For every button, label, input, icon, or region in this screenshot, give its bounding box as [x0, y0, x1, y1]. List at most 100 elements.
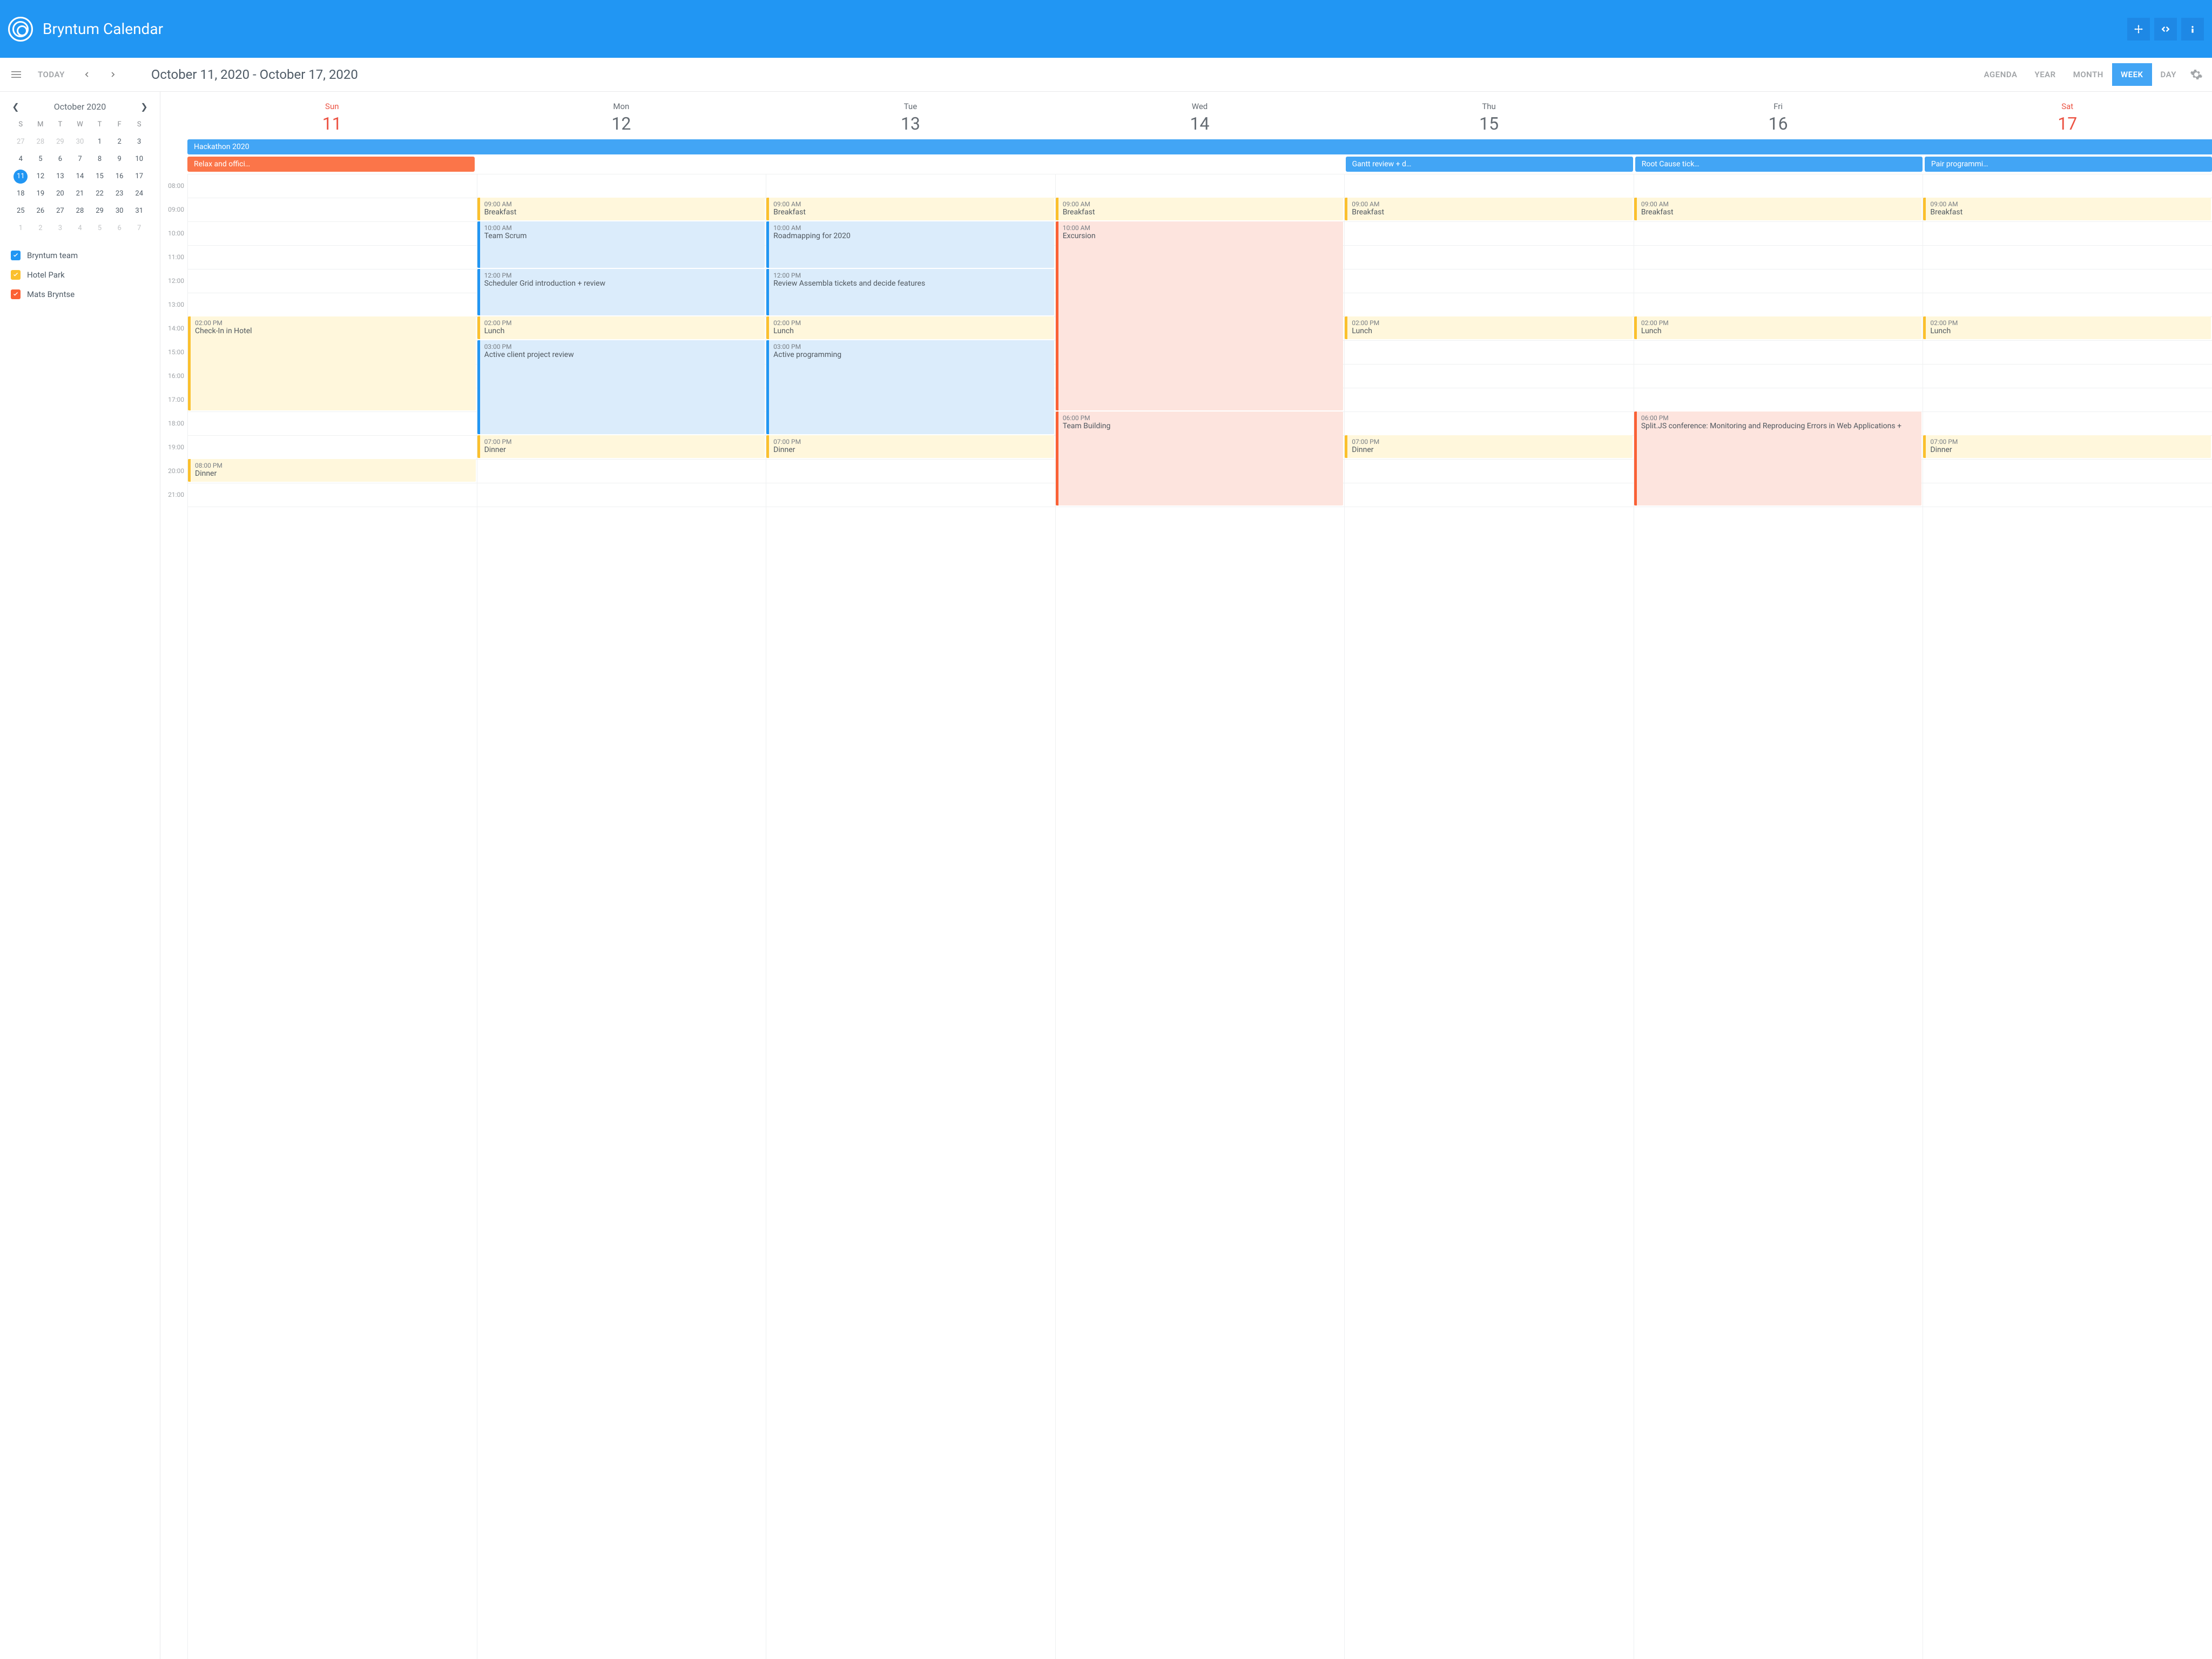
day-header[interactable]: Fri16 [1634, 102, 1923, 134]
mini-day[interactable]: 28 [73, 204, 87, 218]
view-month[interactable]: MONTH [2065, 63, 2112, 86]
day-header[interactable]: Sat17 [1923, 102, 2212, 134]
calendar-event[interactable]: 07:00 PMDinner [766, 435, 1054, 458]
mini-day[interactable]: 29 [53, 135, 67, 149]
mini-day[interactable]: 25 [14, 204, 28, 218]
mini-day[interactable]: 18 [14, 187, 28, 201]
calendar-event[interactable]: 10:00 AMExcursion [1056, 221, 1344, 410]
calendar-event[interactable]: 02:00 PMLunch [1345, 316, 1633, 339]
mini-day[interactable]: 31 [132, 204, 146, 218]
day-header[interactable]: Tue13 [766, 102, 1055, 134]
view-day[interactable]: DAY [2152, 63, 2185, 86]
mini-day[interactable]: 11 [14, 170, 28, 184]
view-year[interactable]: YEAR [2026, 63, 2064, 86]
mini-day[interactable]: 6 [53, 152, 67, 166]
mini-day[interactable]: 17 [132, 170, 146, 184]
resource-item[interactable]: Hotel Park [11, 270, 149, 280]
allday-event[interactable]: Gantt review + d… [1346, 157, 1633, 172]
calendar-event[interactable]: 12:00 PMReview Assembla tickets and deci… [766, 269, 1054, 315]
mini-day[interactable]: 5 [93, 221, 107, 235]
day-header[interactable]: Wed14 [1055, 102, 1345, 134]
allday-event[interactable]: Pair programmi… [1925, 157, 2212, 172]
calendar-event[interactable]: 09:00 AMBreakfast [1345, 198, 1633, 220]
mini-day[interactable]: 30 [73, 135, 87, 149]
calendar-event[interactable]: 06:00 PMSplit.JS conference: Monitoring … [1634, 412, 1922, 505]
mini-next-button[interactable]: ❯ [139, 102, 149, 112]
mini-prev-button[interactable]: ❮ [11, 102, 21, 112]
mini-calendar[interactable]: SMTWTFS272829301234567891011121314151617… [11, 117, 149, 235]
allday-event[interactable]: Relax and offici… [187, 157, 475, 172]
calendar-event[interactable]: 03:00 PMActive client project review [477, 340, 765, 434]
info-button[interactable] [2181, 18, 2204, 41]
calendar-event[interactable]: 12:00 PMScheduler Grid introduction + re… [477, 269, 765, 315]
mini-day[interactable]: 9 [112, 152, 126, 166]
day-column[interactable]: 09:00 AMBreakfast10:00 AMRoadmapping for… [766, 174, 1055, 1659]
mini-day[interactable]: 30 [112, 204, 126, 218]
mini-day[interactable]: 4 [14, 152, 28, 166]
checkbox-icon[interactable] [11, 289, 21, 299]
calendar-event[interactable]: 02:00 PMLunch [766, 316, 1054, 339]
mini-day[interactable]: 3 [132, 135, 146, 149]
resource-item[interactable]: Bryntum team [11, 251, 149, 260]
calendar-event[interactable]: 09:00 AMBreakfast [1056, 198, 1344, 220]
mini-day[interactable]: 26 [33, 204, 48, 218]
mini-day[interactable]: 8 [93, 152, 107, 166]
day-header[interactable]: Thu15 [1344, 102, 1634, 134]
mini-day[interactable]: 1 [14, 221, 28, 235]
mini-day[interactable]: 4 [73, 221, 87, 235]
mini-day[interactable]: 14 [73, 170, 87, 184]
settings-gear-icon[interactable] [2185, 64, 2207, 85]
calendar-event[interactable]: 07:00 PMDinner [477, 435, 765, 458]
day-column[interactable]: 09:00 AMBreakfast 02:00 PMLunch 07:00 PMDi… [1344, 174, 1634, 1659]
resource-item[interactable]: Mats Bryntse [11, 289, 149, 299]
code-button[interactable] [2154, 18, 2177, 41]
mini-day[interactable]: 3 [53, 221, 67, 235]
calendar-event[interactable]: 02:00 PMLunch [1923, 316, 2211, 339]
calendar-event[interactable]: 03:00 PMActive programming [766, 340, 1054, 434]
calendar-event[interactable]: 02:00 PMLunch [1634, 316, 1922, 339]
calendar-event[interactable]: 10:00 AMTeam Scrum [477, 221, 765, 268]
day-column[interactable]: 09:00 AMBreakfast10:00 AMTeam Scrum12:00… [477, 174, 766, 1659]
mini-day[interactable]: 7 [73, 152, 87, 166]
mini-day[interactable]: 22 [93, 187, 107, 201]
next-button[interactable] [103, 64, 124, 85]
mini-day[interactable]: 29 [93, 204, 107, 218]
view-agenda[interactable]: AGENDA [1975, 63, 2026, 86]
calendar-event[interactable]: 09:00 AMBreakfast [1634, 198, 1922, 220]
mini-day[interactable]: 2 [112, 135, 126, 149]
mini-day[interactable]: 2 [33, 221, 48, 235]
mini-day[interactable]: 15 [93, 170, 107, 184]
mini-day[interactable]: 5 [33, 152, 48, 166]
mini-day[interactable]: 19 [33, 187, 48, 201]
mini-day[interactable]: 21 [73, 187, 87, 201]
calendar-event[interactable]: 08:00 PMDinner [188, 459, 476, 482]
fullscreen-button[interactable] [2127, 18, 2150, 41]
mini-day[interactable]: 10 [132, 152, 146, 166]
prev-button[interactable] [76, 64, 97, 85]
allday-event[interactable]: Hackathon 2020 [187, 139, 2212, 154]
mini-day[interactable]: 23 [112, 187, 126, 201]
calendar-event[interactable]: 09:00 AMBreakfast [477, 198, 765, 220]
allday-event[interactable]: Root Cause tick… [1635, 157, 1923, 172]
mini-day[interactable]: 27 [14, 135, 28, 149]
day-header[interactable]: Mon12 [477, 102, 766, 134]
day-column[interactable]: 09:00 AMBreakfast02:00 PMLunch07:00 PMDi… [1923, 174, 2212, 1659]
mini-day[interactable]: 27 [53, 204, 67, 218]
mini-day[interactable]: 7 [132, 221, 146, 235]
view-week[interactable]: WEEK [2112, 63, 2152, 86]
mini-day[interactable]: 13 [53, 170, 67, 184]
mini-day[interactable]: 16 [112, 170, 126, 184]
day-header[interactable]: Sun11 [187, 102, 477, 134]
calendar-event[interactable]: 07:00 PMDinner [1345, 435, 1633, 458]
calendar-event[interactable]: 02:00 PMCheck-In in Hotel [188, 316, 476, 410]
mini-day[interactable]: 12 [33, 170, 48, 184]
calendar-event[interactable]: 09:00 AMBreakfast [1923, 198, 2211, 220]
today-button[interactable]: TODAY [32, 65, 70, 84]
calendar-event[interactable]: 06:00 PMTeam Building [1056, 412, 1344, 505]
mini-day[interactable]: 6 [112, 221, 126, 235]
calendar-event[interactable]: 09:00 AMBreakfast [766, 198, 1054, 220]
calendar-event[interactable]: 10:00 AMRoadmapping for 2020 [766, 221, 1054, 268]
mini-day[interactable]: 20 [53, 187, 67, 201]
calendar-event[interactable]: 02:00 PMLunch [477, 316, 765, 339]
day-column[interactable]: 09:00 AMBreakfast10:00 AMExcursion06:00 … [1055, 174, 1345, 1659]
